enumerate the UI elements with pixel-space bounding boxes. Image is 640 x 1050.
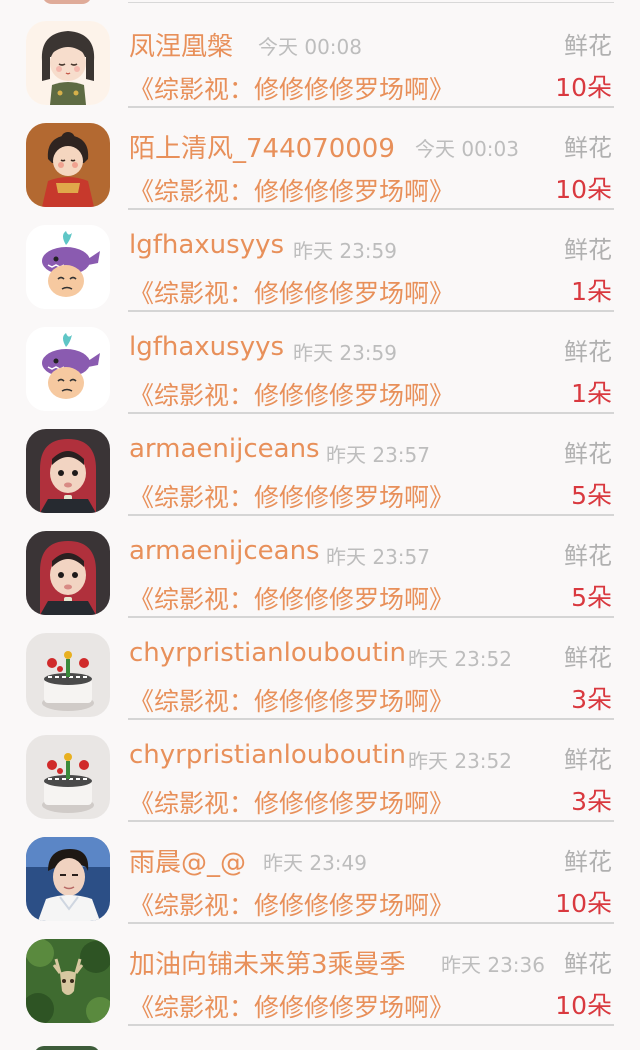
book-title[interactable]: 《综影视：修修修修罗场啊》: [129, 376, 454, 412]
gift-type: 鲜花: [564, 134, 612, 162]
book-title[interactable]: 《综影视：修修修修罗场啊》: [129, 274, 454, 310]
gift-count: 10朵: [555, 991, 612, 1020]
username[interactable]: chyrpristianlouboutin: [129, 740, 406, 770]
gift-type: 鲜花: [564, 32, 612, 60]
gift-time: 昨天 23:59: [293, 239, 397, 263]
gift-row[interactable]: chyrpristianlouboutin 昨天 23:52 鲜花 《综影视：修…: [0, 714, 640, 822]
gift-count: 10朵: [555, 175, 612, 204]
book-title[interactable]: 《综影视：修修修修罗场啊》: [129, 172, 454, 208]
username[interactable]: armaenijceans: [129, 434, 320, 464]
gift-time: 昨天 23:52: [408, 647, 512, 671]
whale-hat-avatar[interactable]: [26, 327, 110, 411]
book-title[interactable]: 《综影视：修修修修罗场啊》: [129, 70, 454, 106]
gift-count: 5朵: [571, 481, 612, 510]
gift-type: 鲜花: [564, 746, 612, 774]
gift-time: 昨天 23:52: [408, 749, 512, 773]
gift-count: 5朵: [571, 583, 612, 612]
partial-avatar-bottom: [34, 1046, 100, 1050]
gift-time: 昨天 23:57: [326, 545, 430, 569]
row-divider: [128, 1024, 614, 1026]
book-title[interactable]: 《综影视：修修修修罗场啊》: [129, 478, 454, 514]
gift-count: 3朵: [571, 685, 612, 714]
girl-cartoon-avatar[interactable]: [26, 21, 110, 105]
book-title[interactable]: 《综影视：修修修修罗场啊》: [129, 580, 454, 616]
gift-count: 10朵: [555, 73, 612, 102]
gift-type: 鲜花: [564, 644, 612, 672]
book-title[interactable]: 《综影视：修修修修罗场啊》: [129, 682, 454, 718]
username[interactable]: 凤涅凰槃: [129, 26, 233, 63]
gift-row[interactable]: chyrpristianlouboutin 昨天 23:52 鲜花 《综影视：修…: [0, 612, 640, 720]
book-title[interactable]: 《综影视：修修修修罗场啊》: [129, 886, 454, 922]
username[interactable]: 加油向铺未来第3乘曼季: [129, 944, 406, 981]
cake-photo-avatar[interactable]: [26, 633, 110, 717]
gift-type: 鲜花: [564, 440, 612, 468]
username[interactable]: 雨晨@_@: [129, 842, 246, 879]
gift-type: 鲜花: [564, 950, 612, 978]
gift-row[interactable]: armaenijceans 昨天 23:57 鲜花 《综影视：修修修修罗场啊》 …: [0, 510, 640, 618]
gift-count: 3朵: [571, 787, 612, 816]
whale-hat-avatar[interactable]: [26, 225, 110, 309]
username[interactable]: 陌上清风_744070009: [129, 128, 395, 165]
gift-time: 昨天 23:59: [293, 341, 397, 365]
gift-count: 1朵: [571, 379, 612, 408]
gift-count: 10朵: [555, 889, 612, 918]
gift-time: 昨天 23:49: [263, 851, 367, 875]
deer-forest-avatar[interactable]: [26, 939, 110, 1023]
gift-time: 昨天 23:36: [441, 953, 545, 977]
username[interactable]: lgfhaxusyys: [129, 332, 284, 362]
child-photo-avatar[interactable]: [26, 531, 110, 615]
gift-row[interactable]: lgfhaxusyys 昨天 23:59 鲜花 《综影视：修修修修罗场啊》 1朵: [0, 306, 640, 414]
cake-photo-avatar[interactable]: [26, 735, 110, 819]
book-title[interactable]: 《综影视：修修修修罗场啊》: [129, 988, 454, 1024]
gift-row[interactable]: 雨晨@_@ 昨天 23:49 鲜花 《综影视：修修修修罗场啊》 10朵: [0, 816, 640, 924]
child-photo-avatar[interactable]: [26, 429, 110, 513]
gift-time: 昨天 23:57: [326, 443, 430, 467]
gift-time: 今天 00:08: [258, 35, 362, 59]
username[interactable]: lgfhaxusyys: [129, 230, 284, 260]
username[interactable]: chyrpristianlouboutin: [129, 638, 406, 668]
gift-type: 鲜花: [564, 542, 612, 570]
gift-type: 鲜花: [564, 338, 612, 366]
red-robe-cartoon-avatar[interactable]: [26, 123, 110, 207]
gift-record-list: 凤涅凰槃 今天 00:08 鲜花 《综影视：修修修修罗场啊》 10朵 陌上清风_…: [0, 0, 640, 1050]
gift-row[interactable]: armaenijceans 昨天 23:57 鲜花 《综影视：修修修修罗场啊》 …: [0, 408, 640, 516]
book-title[interactable]: 《综影视：修修修修罗场啊》: [129, 784, 454, 820]
gift-count: 1朵: [571, 277, 612, 306]
gift-time: 今天 00:03: [415, 137, 519, 161]
gift-type: 鲜花: [564, 848, 612, 876]
gift-row[interactable]: 凤涅凰槃 今天 00:08 鲜花 《综影视：修修修修罗场啊》 10朵: [0, 0, 640, 108]
gift-row[interactable]: 加油向铺未来第3乘曼季 昨天 23:36 鲜花 《综影视：修修修修罗场啊》 10…: [0, 918, 640, 1026]
young-man-photo-avatar[interactable]: [26, 837, 110, 921]
gift-type: 鲜花: [564, 236, 612, 264]
gift-row[interactable]: lgfhaxusyys 昨天 23:59 鲜花 《综影视：修修修修罗场啊》 1朵: [0, 204, 640, 312]
username[interactable]: armaenijceans: [129, 536, 320, 566]
gift-row[interactable]: 陌上清风_744070009 今天 00:03 鲜花 《综影视：修修修修罗场啊》…: [0, 102, 640, 210]
